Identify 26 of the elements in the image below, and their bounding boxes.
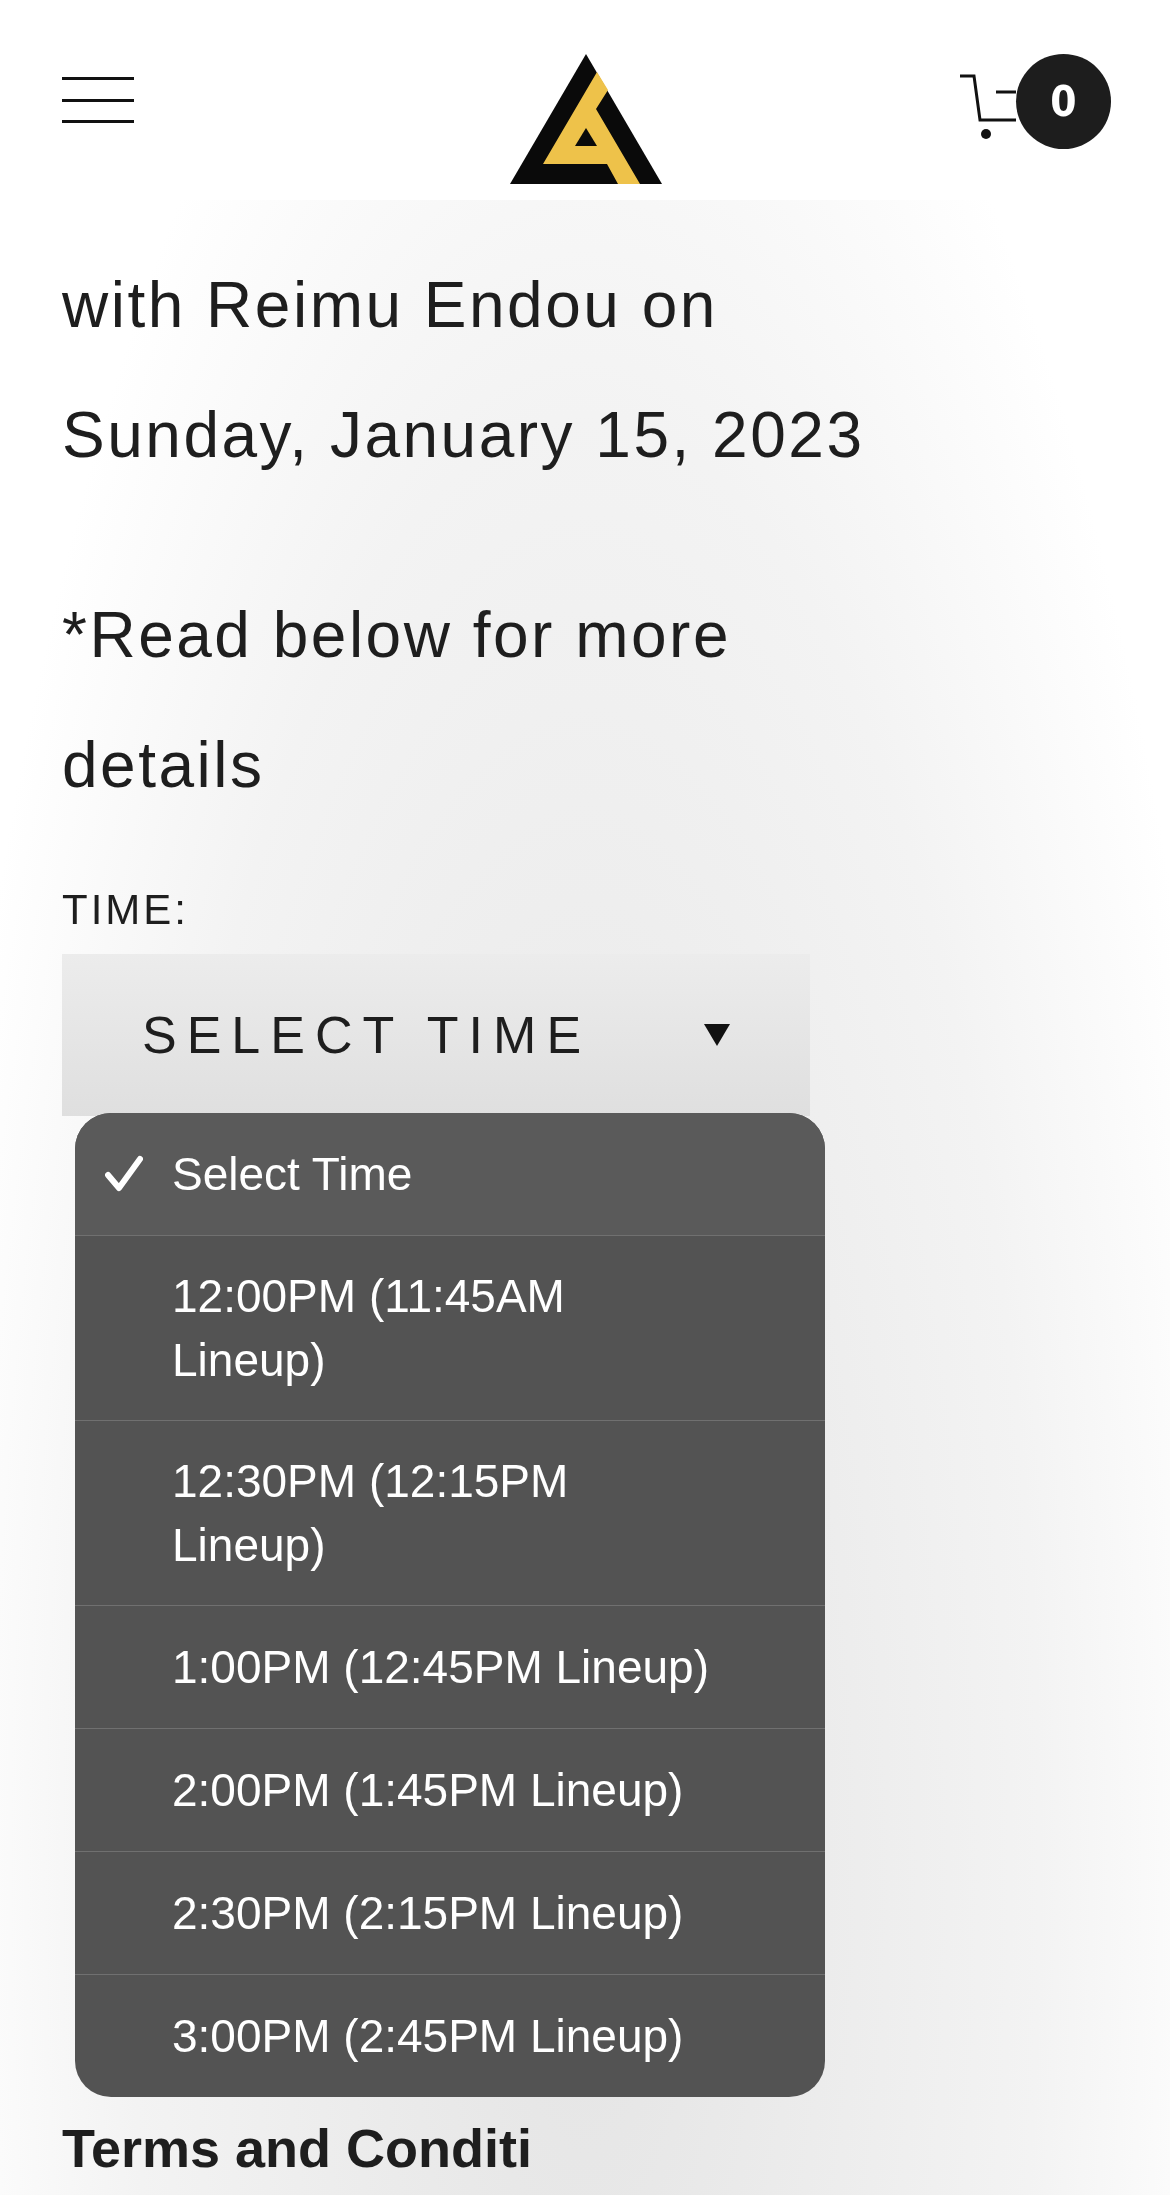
- details-note: details: [62, 728, 266, 803]
- option-label: 12:30PM (12:15PM Lineup): [172, 1454, 570, 1573]
- logo-icon[interactable]: [510, 54, 662, 184]
- option-label: 2:00PM (1:45PM Lineup): [172, 1763, 685, 1818]
- cart-count-badge: 0: [1016, 54, 1111, 149]
- details-note: *Read below for more: [62, 598, 732, 673]
- dropdown-option[interactable]: 12:30PM (12:15PM Lineup): [75, 1420, 825, 1605]
- menu-icon[interactable]: [62, 77, 134, 123]
- field-label: TIME:: [62, 885, 190, 935]
- option-label: 2:30PM (2:15PM Lineup): [172, 1886, 685, 1941]
- dropdown-option[interactable]: 3:00PM (2:45PM Lineup): [75, 1974, 825, 2097]
- time-select[interactable]: SELECT TIME: [62, 954, 810, 1116]
- dropdown-option[interactable]: 2:30PM (2:15PM Lineup): [75, 1851, 825, 1974]
- option-label: Select Time: [172, 1147, 414, 1202]
- dropdown-option[interactable]: 1:00PM (12:45PM Lineup): [75, 1605, 825, 1728]
- dropdown-option[interactable]: 2:00PM (1:45PM Lineup): [75, 1728, 825, 1851]
- option-label: 1:00PM (12:45PM Lineup): [172, 1640, 710, 1695]
- section-heading: Terms and Conditi: [62, 2117, 534, 2180]
- option-label: 3:00PM (2:45PM Lineup): [172, 2009, 685, 2064]
- check-icon: [104, 1155, 143, 1193]
- option-label: 12:00PM (11:45AM Lineup): [172, 1269, 566, 1388]
- caret-icon: [704, 1024, 730, 1046]
- event-description: Sunday, January 15, 2023: [62, 398, 866, 473]
- dropdown-option[interactable]: 12:00PM (11:45AM Lineup): [75, 1235, 825, 1420]
- dropdown-option[interactable]: Select Time: [75, 1113, 825, 1235]
- event-description: with Reimu Endou on: [62, 268, 719, 343]
